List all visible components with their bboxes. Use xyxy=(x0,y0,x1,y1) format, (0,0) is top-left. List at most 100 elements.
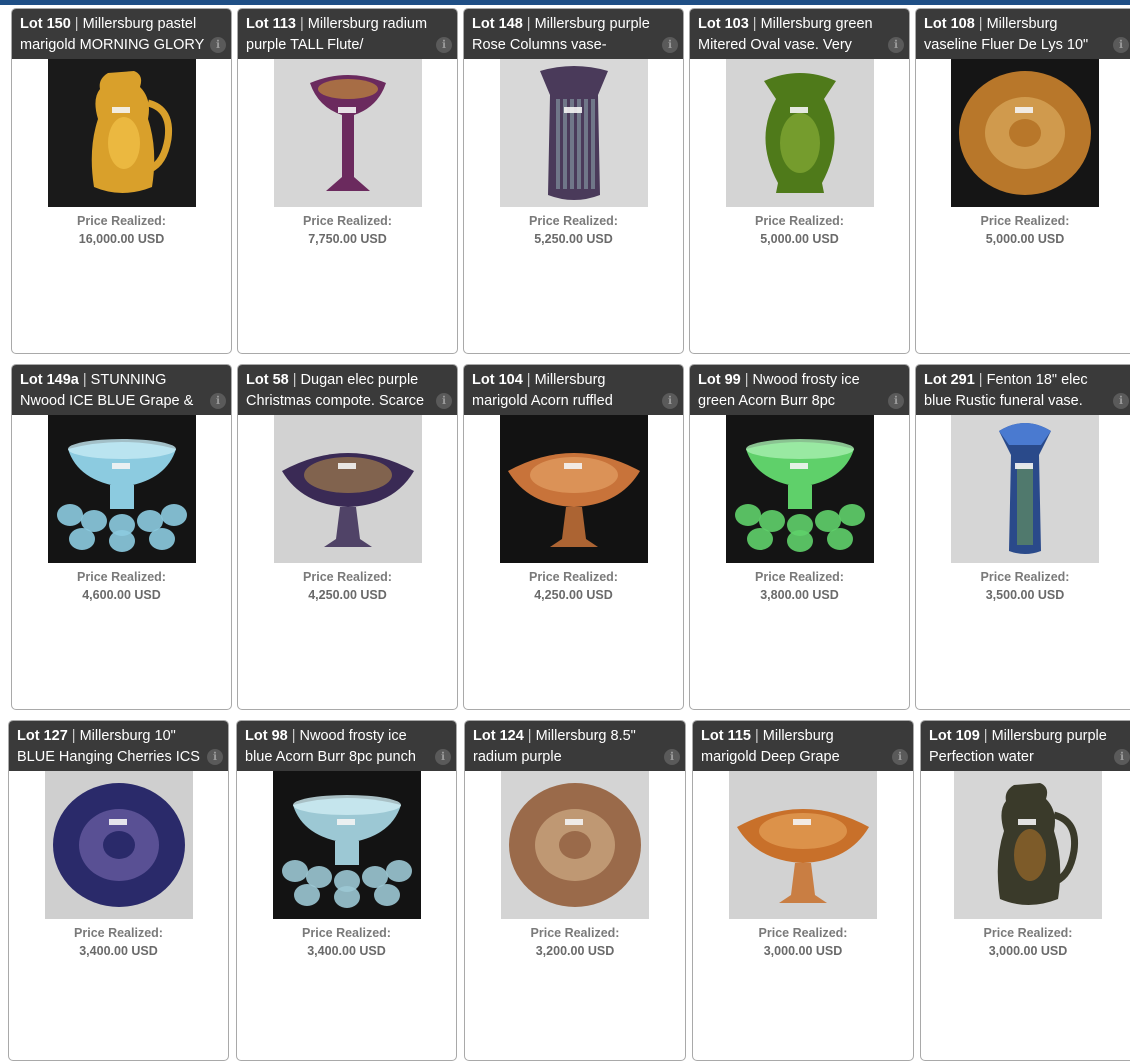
separator: | xyxy=(70,16,83,32)
price-realized-label: Price Realized: xyxy=(303,214,392,228)
lot-number: Lot 113 xyxy=(246,16,296,32)
price-realized-value: 5,000.00 USD xyxy=(760,232,839,246)
vaseline-bowl-photo xyxy=(951,59,1099,207)
lot-image[interactable] xyxy=(272,771,421,919)
price-realized-label: Price Realized: xyxy=(530,926,620,940)
lot-title-link[interactable]: Lot 99 | Nwood frosty ice green Acorn Bu… xyxy=(690,365,909,415)
lot-number: Lot 291 xyxy=(924,372,975,388)
price-realized-value: 5,000.00 USD xyxy=(985,232,1065,246)
lot-title-link[interactable]: Lot 115 | Millersburg marigold Deep Grap… xyxy=(693,721,913,771)
lot-card[interactable]: Lot 99 | Nwood frosty ice green Acorn Bu… xyxy=(689,364,910,710)
info-icon[interactable]: ℹ xyxy=(210,37,226,53)
lot-image[interactable] xyxy=(501,771,649,919)
lot-image[interactable] xyxy=(47,415,196,563)
lot-card[interactable]: Lot 104 | Millersburg marigold Acorn ruf… xyxy=(463,364,684,710)
info-icon[interactable]: ℹ xyxy=(892,749,908,765)
lot-number: Lot 149a xyxy=(20,372,79,388)
lot-image[interactable] xyxy=(273,415,422,563)
lot-image[interactable] xyxy=(44,771,193,919)
lot-title-link[interactable]: Lot 109 | Millersburg purple Perfection … xyxy=(921,721,1130,771)
lot-image[interactable] xyxy=(729,771,877,919)
lot-image[interactable] xyxy=(47,59,196,207)
lot-card[interactable]: Lot 98 | Nwood frosty ice blue Acorn Bur… xyxy=(236,720,457,1061)
info-icon[interactable]: ℹ xyxy=(1113,37,1129,53)
lot-title-link[interactable]: Lot 148 | Millersburg purple Rose Column… xyxy=(464,9,683,59)
green-oval-vase-photo xyxy=(725,59,874,207)
lot-image[interactable] xyxy=(954,771,1102,919)
price-realized-value: 4,600.00 USD xyxy=(82,588,161,602)
lot-card[interactable]: Lot 149a | STUNNING Nwood ICE BLUE Grape… xyxy=(11,364,232,710)
ice-green-punch-set-photo xyxy=(725,415,874,563)
lot-card[interactable]: Lot 103 | Millersburg green Mitered Oval… xyxy=(689,8,910,354)
price-realized-label: Price Realized: xyxy=(303,570,392,584)
lot-card[interactable]: Lot 291 | Fenton 18" elec blue Rustic fu… xyxy=(915,364,1130,710)
info-icon[interactable]: ℹ xyxy=(1114,749,1130,765)
lot-title-link[interactable]: Lot 98 | Nwood frosty ice blue Acorn Bur… xyxy=(237,721,456,771)
blue-funeral-vase-photo xyxy=(951,415,1099,563)
lot-title-link[interactable]: Lot 124 | Millersburg 8.5" radium purple… xyxy=(465,721,685,771)
price-realized-value: 3,500.00 USD xyxy=(985,588,1065,602)
price-realized-value: 3,000.00 USD xyxy=(988,944,1068,958)
price-realized-value: 4,250.00 USD xyxy=(308,588,387,602)
lot-grid: Lot 150 | Millersburg pastel marigold MO… xyxy=(0,0,1130,1061)
lot-card[interactable]: Lot 58 | Dugan elec purple Christmas com… xyxy=(237,364,458,710)
price-realized-value: 4,250.00 USD xyxy=(534,588,613,602)
price-realized-label: Price Realized: xyxy=(529,214,618,228)
info-icon[interactable]: ℹ xyxy=(888,37,904,53)
lot-card[interactable]: Lot 115 | Millersburg marigold Deep Grap… xyxy=(692,720,914,1061)
lot-image[interactable] xyxy=(499,59,648,207)
lot-card[interactable]: Lot 127 | Millersburg 10" BLUE Hanging C… xyxy=(8,720,229,1061)
lot-image[interactable] xyxy=(273,59,422,207)
lot-title-link[interactable]: Lot 150 | Millersburg pastel marigold MO… xyxy=(12,9,231,59)
lot-number: Lot 150 xyxy=(20,16,71,32)
lot-card[interactable]: Lot 108 | Millersburg vaseline Fluer De … xyxy=(915,8,1130,354)
separator: | xyxy=(740,372,753,388)
info-icon[interactable]: ℹ xyxy=(888,393,904,409)
lot-title-link[interactable]: Lot 291 | Fenton 18" elec blue Rustic fu… xyxy=(916,365,1130,415)
price-realized-label: Price Realized: xyxy=(980,214,1070,228)
price-realized-label: Price Realized: xyxy=(302,926,391,940)
lot-title-link[interactable]: Lot 149a | STUNNING Nwood ICE BLUE Grape… xyxy=(12,365,231,415)
price-realized-label: Price Realized: xyxy=(755,570,844,584)
separator: | xyxy=(979,728,992,744)
lot-title-link[interactable]: Lot 127 | Millersburg 10" BLUE Hanging C… xyxy=(9,721,228,771)
price-realized-value: 3,000.00 USD xyxy=(763,944,843,958)
price-realized-label: Price Realized: xyxy=(980,570,1070,584)
lot-number: Lot 99 xyxy=(698,372,741,388)
lot-image[interactable] xyxy=(951,59,1099,207)
lot-number: Lot 109 xyxy=(929,728,980,744)
info-icon[interactable]: ℹ xyxy=(1113,393,1129,409)
lot-card[interactable]: Lot 124 | Millersburg 8.5" radium purple… xyxy=(464,720,686,1061)
lot-title-link[interactable]: Lot 58 | Dugan elec purple Christmas com… xyxy=(238,365,457,415)
info-icon[interactable]: ℹ xyxy=(435,749,451,765)
lot-image[interactable] xyxy=(725,415,874,563)
lot-card[interactable]: Lot 150 | Millersburg pastel marigold MO… xyxy=(11,8,232,354)
info-icon[interactable]: ℹ xyxy=(662,393,678,409)
lot-title-link[interactable]: Lot 108 | Millersburg vaseline Fluer De … xyxy=(916,9,1130,59)
marigold-deep-grape-compote-photo xyxy=(729,771,877,919)
separator: | xyxy=(67,728,80,744)
lot-number: Lot 127 xyxy=(17,728,68,744)
radium-purple-bowl-photo xyxy=(501,771,649,919)
lot-title-link[interactable]: Lot 103 | Millersburg green Mitered Oval… xyxy=(690,9,909,59)
ice-blue-acorn-punch-photo xyxy=(272,771,421,919)
lot-image[interactable] xyxy=(725,59,874,207)
info-icon[interactable]: ℹ xyxy=(207,749,223,765)
lot-number: Lot 124 xyxy=(473,728,524,744)
lot-card[interactable]: Lot 148 | Millersburg purple Rose Column… xyxy=(463,8,684,354)
purple-water-pitcher-photo xyxy=(954,771,1102,919)
lot-title-link[interactable]: Lot 113 | Millersburg radium purple TALL… xyxy=(238,9,457,59)
separator: | xyxy=(287,728,300,744)
info-icon[interactable]: ℹ xyxy=(436,37,452,53)
lot-title-link[interactable]: Lot 104 | Millersburg marigold Acorn ruf… xyxy=(464,365,683,415)
lot-card[interactable]: Lot 109 | Millersburg purple Perfection … xyxy=(920,720,1130,1061)
info-icon[interactable]: ℹ xyxy=(210,393,226,409)
info-icon[interactable]: ℹ xyxy=(436,393,452,409)
lot-card[interactable]: Lot 113 | Millersburg radium purple TALL… xyxy=(237,8,458,354)
lot-image[interactable] xyxy=(951,415,1099,563)
lot-image[interactable] xyxy=(499,415,648,563)
info-icon[interactable]: ℹ xyxy=(662,37,678,53)
price-realized-label: Price Realized: xyxy=(758,926,848,940)
info-icon[interactable]: ℹ xyxy=(664,749,680,765)
price-realized-value: 3,400.00 USD xyxy=(79,944,158,958)
